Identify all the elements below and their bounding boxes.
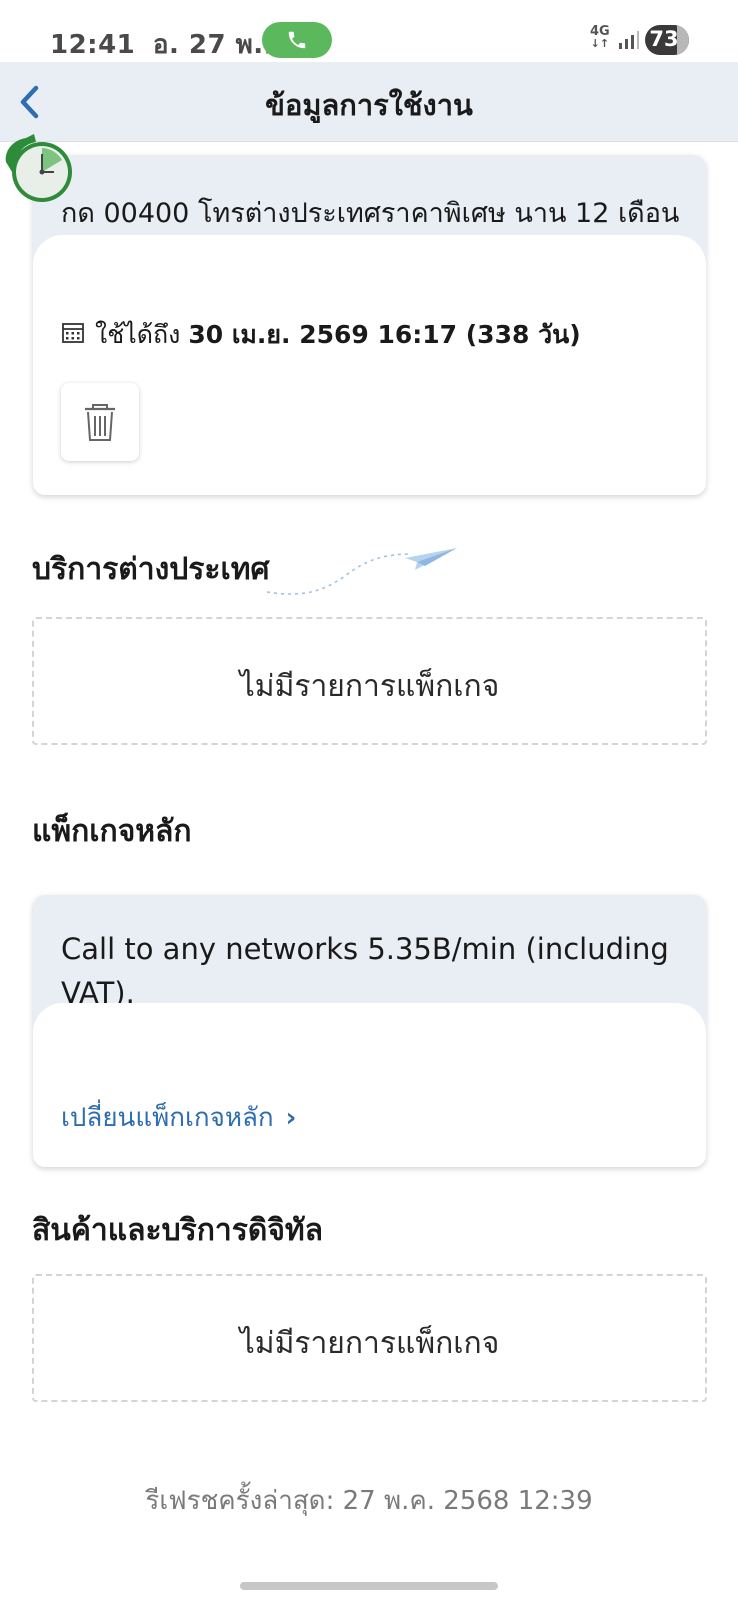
package-title: กด 00400 โทรต่างประเทศราคาพิเศษ นาน 12 เ… xyxy=(61,198,680,229)
validity-label: ใช้ได้ถึง xyxy=(95,320,181,349)
phone-icon xyxy=(288,31,306,49)
paper-plane-icon xyxy=(266,548,457,595)
package-card: กด 00400 โทรต่างประเทศราคาพิเศษ นาน 12 เ… xyxy=(33,155,706,495)
network-type: 4G ↓↑ xyxy=(590,24,610,50)
active-call-pill[interactable] xyxy=(262,22,332,58)
delete-package-button[interactable] xyxy=(61,383,139,461)
timer-phone-icon xyxy=(5,134,72,202)
change-main-package-link[interactable]: เปลี่ยนแพ็กเกจหลัก › xyxy=(61,1097,296,1138)
main-package-section-title: แพ็กเกจหลัก xyxy=(32,814,192,849)
package-card-header: กด 00400 โทรต่างประเทศราคาพิเศษ นาน 12 เ… xyxy=(33,155,706,265)
main-package-card: Call to any networks 5.35B/min (includin… xyxy=(33,895,706,1167)
international-empty-text: ไม่มีรายการแพ็กเกจ xyxy=(239,669,500,704)
change-main-package-label: เปลี่ยนแพ็กเกจหลัก xyxy=(61,1103,274,1133)
status-bar: 12:41 อ. 27 พ.ค. 4G ↓↑ 73 xyxy=(0,0,738,62)
digital-empty-box: ไม่มีรายการแพ็กเกจ xyxy=(32,1274,707,1402)
battery-percent: 73 xyxy=(649,27,679,51)
last-refresh-text: รีเฟรชครั้งล่าสุด: 27 พ.ค. 2568 12:39 xyxy=(145,1486,593,1516)
international-empty-box: ไม่มีรายการแพ็กเกจ xyxy=(32,617,707,745)
page-title: ข้อมูลการใช้งาน xyxy=(265,88,473,122)
status-clock: 12:41 xyxy=(50,30,136,60)
calendar-icon xyxy=(61,320,85,350)
app-header: ข้อมูลการใช้งาน xyxy=(0,62,738,142)
digital-section-title: สินค้าและบริการดิจิทัล xyxy=(32,1213,324,1248)
digital-empty-text: ไม่มีรายการแพ็กเกจ xyxy=(239,1326,500,1361)
card-curve xyxy=(33,1003,706,1033)
status-time: 12:41 อ. 27 พ.ค. xyxy=(50,24,292,65)
main-package-description: Call to any networks 5.35B/min (includin… xyxy=(61,932,669,1010)
card-curve xyxy=(33,235,706,265)
main-package-card-header: Call to any networks 5.35B/min (includin… xyxy=(33,895,706,1033)
signal-icon xyxy=(619,31,639,49)
home-indicator[interactable] xyxy=(240,1582,498,1590)
validity-row: ใช้ได้ถึง 30 เม.ย. 2569 16:17 (338 วัน) xyxy=(61,315,581,355)
battery-indicator: 73 xyxy=(645,25,689,55)
international-section-title: บริการต่างประเทศ xyxy=(32,552,270,587)
chevron-right-icon: › xyxy=(285,1103,297,1133)
validity-value: 30 เม.ย. 2569 16:17 (338 วัน) xyxy=(188,320,581,349)
trash-icon xyxy=(85,404,115,441)
